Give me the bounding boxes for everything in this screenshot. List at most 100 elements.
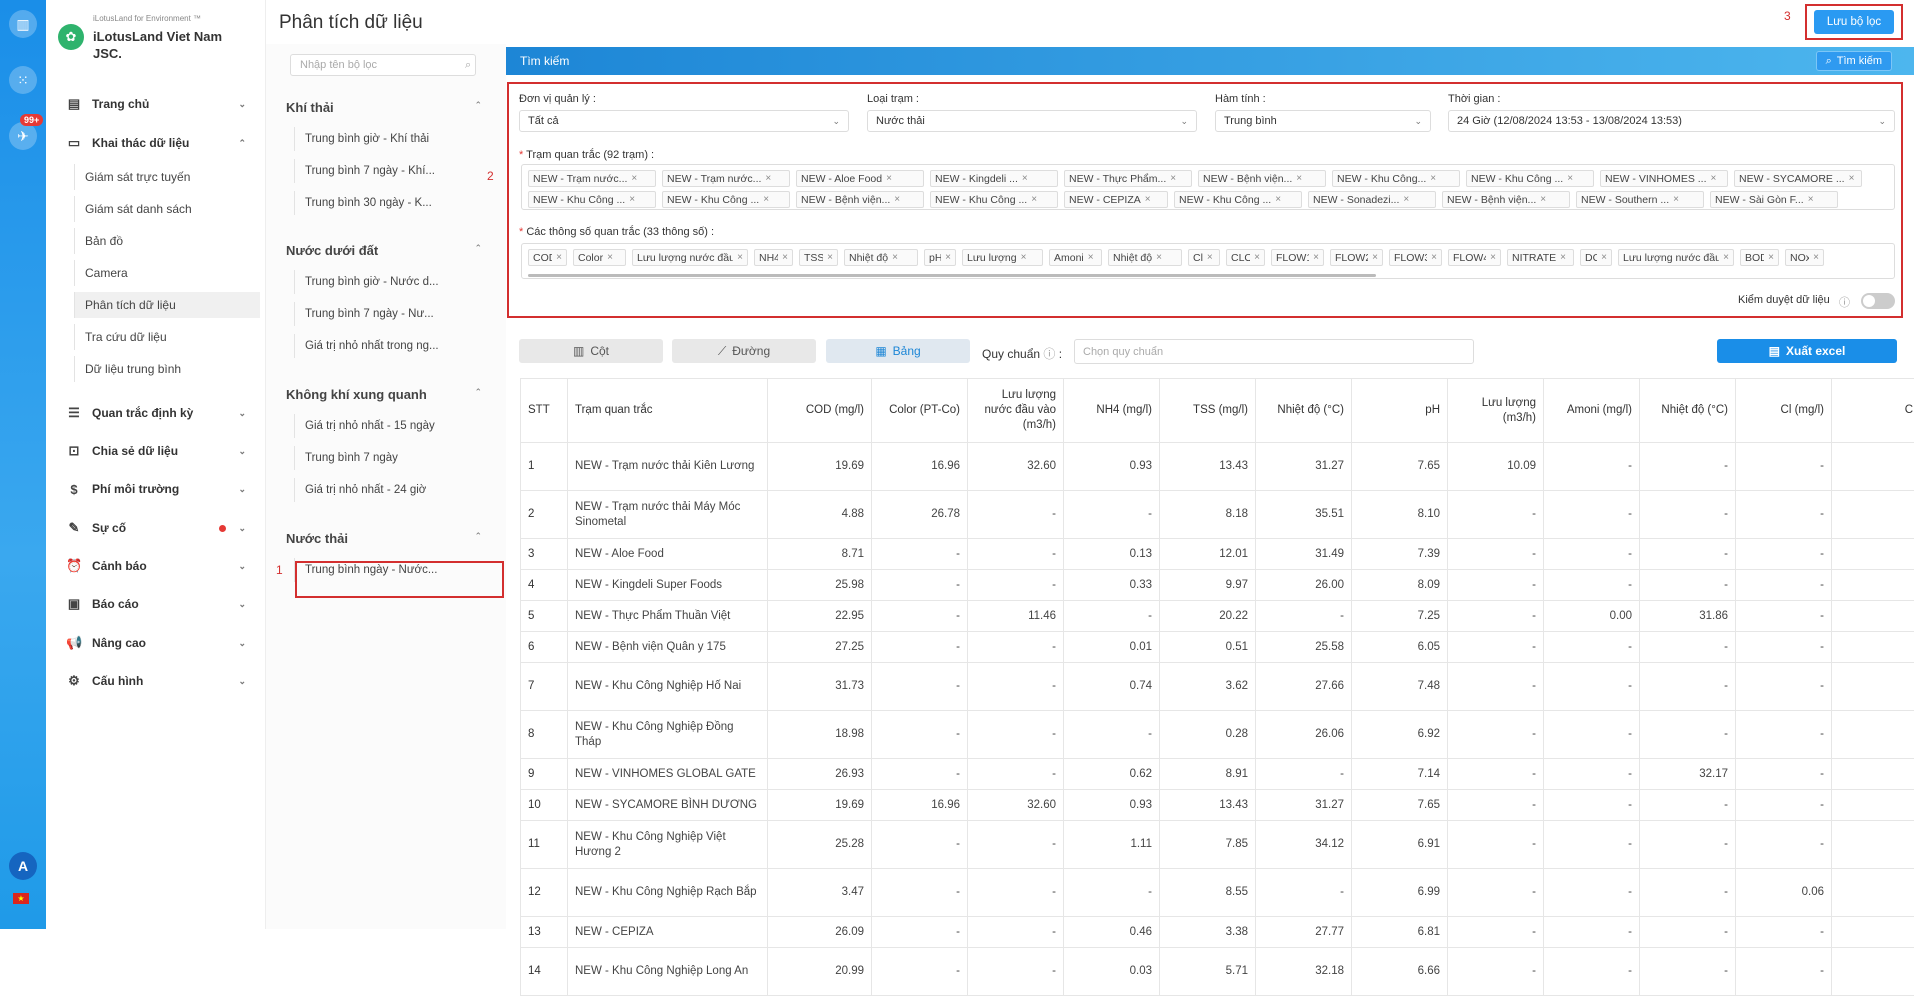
nav-item-0[interactable]: ▤Trang chủ⌄ — [46, 92, 266, 116]
tag-chip[interactable]: NH4× — [754, 249, 793, 266]
tag-chip[interactable]: BOD× — [1740, 249, 1779, 266]
saved-filter-item[interactable]: Trung bình 7 ngày - Nư... — [294, 302, 484, 326]
apps-grid-icon[interactable]: ⁙ — [9, 66, 37, 94]
saved-filter-item[interactable]: Trung bình 7 ngày — [294, 446, 484, 470]
calc-select[interactable]: Trung bình⌄ — [1215, 110, 1431, 132]
remove-icon[interactable]: × — [1156, 252, 1162, 263]
remove-icon[interactable]: × — [886, 173, 892, 184]
tag-chip[interactable]: DO× — [1580, 249, 1612, 266]
tag-chip[interactable]: Nhiệt độ× — [1108, 249, 1182, 266]
remove-icon[interactable]: × — [737, 252, 743, 263]
remove-icon[interactable]: × — [1567, 173, 1573, 184]
table-row[interactable]: 5NEW - Thực Phẩm Thuần Việt22.95-11.46-2… — [521, 601, 1914, 632]
time-select[interactable]: 24 Giờ (12/08/2024 13:53 - 13/08/2024 13… — [1448, 110, 1895, 132]
table-row[interactable]: 11NEW - Khu Công Nghiệp Việt Hương 225.2… — [521, 821, 1914, 869]
tab-column-chart[interactable]: ▥Cột — [519, 339, 663, 363]
tag-chip[interactable]: FLOW3× — [1389, 249, 1442, 266]
remove-icon[interactable]: × — [1673, 194, 1679, 205]
remove-icon[interactable]: × — [629, 194, 635, 205]
remove-icon[interactable]: × — [945, 252, 951, 263]
flag-icon[interactable]: ★ — [13, 893, 29, 904]
tag-chip[interactable]: NEW - Sài Gòn F...× — [1710, 191, 1838, 208]
tag-chip[interactable]: NEW - Trạm nước...× — [528, 170, 656, 187]
filter-search-input[interactable]: Nhập tên bộ lọc — [290, 54, 476, 76]
table-row[interactable]: 10NEW - SYCAMORE BÌNH DƯƠNG19.6916.9632.… — [521, 790, 1914, 821]
tag-chip[interactable]: NEW - Thực Phẩm...× — [1064, 170, 1192, 187]
rocket-icon[interactable]: ✈ — [9, 122, 37, 150]
remove-icon[interactable]: × — [1031, 194, 1037, 205]
nav-item-8[interactable]: 📢Nâng cao⌄ — [46, 631, 266, 655]
tag-chip[interactable]: NEW - Bệnh viện...× — [796, 191, 924, 208]
remove-icon[interactable]: × — [1022, 173, 1028, 184]
remove-icon[interactable]: × — [765, 173, 771, 184]
tag-chip[interactable]: Cl× — [1188, 249, 1220, 266]
remove-icon[interactable]: × — [1275, 194, 1281, 205]
remove-icon[interactable]: × — [556, 252, 562, 263]
nav-item-3[interactable]: ⊡Chia sẻ dữ liệu⌄ — [46, 439, 266, 463]
remove-icon[interactable]: × — [1849, 173, 1855, 184]
table-row[interactable]: 1NEW - Trạm nước thải Kiên Lương19.6916.… — [521, 443, 1914, 491]
remove-icon[interactable]: × — [631, 173, 637, 184]
tag-chip[interactable]: NEW - Southern ...× — [1576, 191, 1704, 208]
remove-icon[interactable]: × — [1296, 173, 1302, 184]
remove-icon[interactable]: × — [763, 194, 769, 205]
filter-group-1[interactable]: Nước dưới đất⌃ — [286, 243, 482, 258]
remove-icon[interactable]: × — [1723, 252, 1729, 263]
search-button[interactable]: ⌕Tìm kiếm — [1816, 51, 1892, 71]
saved-filter-item[interactable]: Giá trị nhỏ nhất trong ng... — [294, 334, 484, 358]
table-row[interactable]: 2NEW - Trạm nước thải Máy Móc Sinometal4… — [521, 491, 1914, 539]
filter-group-3[interactable]: Nước thải⌃ — [286, 531, 482, 546]
tag-chip[interactable]: NEW - Khu Công...× — [1332, 170, 1460, 187]
saved-filter-item[interactable]: Giá trị nhỏ nhất - 15 ngày — [294, 414, 484, 438]
nav-item-4[interactable]: $Phí môi trường⌄ — [46, 477, 266, 501]
remove-icon[interactable]: × — [1560, 252, 1566, 263]
filter-group-0[interactable]: Khí thải⌃ — [286, 100, 482, 115]
tag-chip[interactable]: pH× — [924, 249, 956, 266]
tag-chip[interactable]: Amoni× — [1049, 249, 1102, 266]
avatar[interactable]: A — [9, 852, 37, 880]
remove-icon[interactable]: × — [1254, 252, 1260, 263]
remove-icon[interactable]: × — [1711, 173, 1717, 184]
saved-filter-item[interactable]: Giá trị nhỏ nhất - 24 giờ — [294, 478, 484, 502]
tag-chip[interactable]: NEW - VINHOMES ...× — [1600, 170, 1728, 187]
remove-icon[interactable]: × — [782, 252, 788, 263]
tag-chip[interactable]: NEW - Kingdeli ...× — [930, 170, 1058, 187]
tag-chip[interactable]: Lưu lượng nước đầu× — [1618, 249, 1734, 266]
nav-item-9[interactable]: ⚙Cấu hình⌄ — [46, 669, 266, 693]
tag-chip[interactable]: NEW - Khu Công ...× — [528, 191, 656, 208]
remove-icon[interactable]: × — [1431, 252, 1437, 263]
tag-chip[interactable]: NEW - SYCAMORE ...× — [1734, 170, 1862, 187]
table-row[interactable]: 14NEW - Khu Công Nghiệp Long An20.99--0.… — [521, 948, 1914, 996]
table-row[interactable]: 8NEW - Khu Công Nghiệp Đồng Tháp18.98---… — [521, 711, 1914, 759]
remove-icon[interactable]: × — [1768, 252, 1774, 263]
saved-filter-item[interactable]: Trung bình 7 ngày - Khí... — [294, 159, 484, 183]
remove-icon[interactable]: × — [1021, 252, 1027, 263]
nav-item-1[interactable]: ▭Khai thác dữ liệu⌃ — [46, 131, 266, 155]
remove-icon[interactable]: × — [1813, 252, 1819, 263]
tag-chip[interactable]: Color× — [573, 249, 626, 266]
saved-filter-item[interactable]: Trung bình giờ - Khí thải — [294, 127, 484, 151]
filter-group-2[interactable]: Không khí xung quanh⌃ — [286, 387, 482, 402]
subnav-item-3[interactable]: Camera — [74, 260, 260, 286]
tag-chip[interactable]: Nhiệt độ× — [844, 249, 918, 266]
subnav-item-0[interactable]: Giám sát trực tuyến — [74, 164, 260, 190]
remove-icon[interactable]: × — [1088, 252, 1094, 263]
tag-chip[interactable]: CLO× — [1226, 249, 1265, 266]
tag-chip[interactable]: NEW - Bệnh viện...× — [1442, 191, 1570, 208]
subnav-item-2[interactable]: Bản đồ — [74, 228, 260, 254]
remove-icon[interactable]: × — [1490, 252, 1496, 263]
logo-icon[interactable]: ▥ — [9, 10, 37, 38]
tag-chip[interactable]: NITRATE× — [1507, 249, 1574, 266]
remove-icon[interactable]: × — [1540, 194, 1546, 205]
remove-icon[interactable]: × — [1170, 173, 1176, 184]
remove-icon[interactable]: × — [1313, 252, 1319, 263]
tag-chip[interactable]: NEW - Aloe Food× — [796, 170, 924, 187]
tag-chip[interactable]: NEW - CEPIZA× — [1064, 191, 1168, 208]
table-row[interactable]: 9NEW - VINHOMES GLOBAL GATE26.93--0.628.… — [521, 759, 1914, 790]
params-multiselect[interactable]: COD×Color×Lưu lượng nước đầu×NH4×TSS×Nhi… — [521, 243, 1895, 279]
tab-line-chart[interactable]: ⟋Đường — [672, 339, 816, 363]
saved-filter-item[interactable]: Trung bình 30 ngày - K... — [294, 191, 484, 215]
remove-icon[interactable]: × — [1430, 173, 1436, 184]
table-row[interactable]: 4NEW - Kingdeli Super Foods25.98--0.339.… — [521, 570, 1914, 601]
remove-icon[interactable]: × — [1808, 194, 1814, 205]
